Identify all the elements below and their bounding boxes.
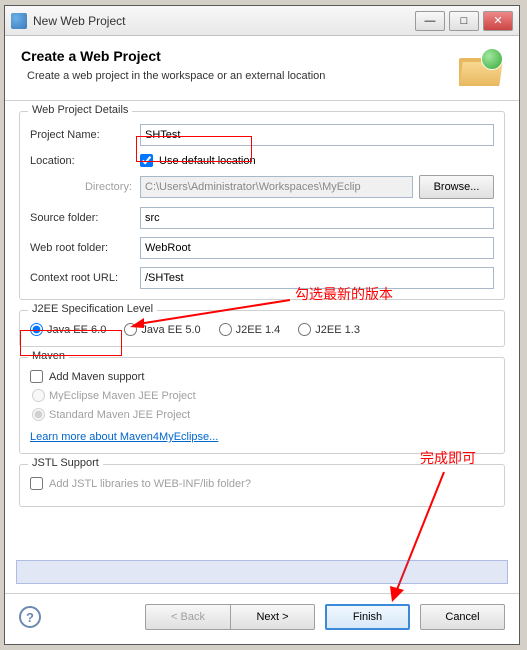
context-root-label: Context root URL: [30, 272, 140, 284]
context-root-input[interactable] [140, 267, 494, 289]
banner-desc: Create a web project in the workspace or… [27, 70, 459, 82]
maximize-button[interactable]: □ [449, 11, 479, 31]
j2ee-14-radio[interactable] [219, 323, 232, 336]
j2ee-group-title: J2EE Specification Level [28, 303, 157, 315]
java-ee-50-label: Java EE 5.0 [141, 324, 200, 336]
add-jstl-label: Add JSTL libraries to WEB-INF/lib folder… [49, 478, 251, 490]
window-title: New Web Project [33, 14, 415, 28]
minimize-button[interactable]: — [415, 11, 445, 31]
myeclipse-maven-radio [32, 389, 45, 402]
project-name-label: Project Name: [30, 129, 140, 141]
java-ee-60-radio[interactable] [30, 323, 43, 336]
myeclipse-maven-label: MyEclipse Maven JEE Project [49, 390, 196, 402]
directory-input [140, 176, 413, 198]
dialog-window: New Web Project — □ ✕ Create a Web Proje… [4, 5, 520, 645]
back-button: < Back [145, 604, 230, 630]
next-button[interactable]: Next > [230, 604, 315, 630]
browse-button[interactable]: Browse... [419, 175, 494, 199]
standard-maven-label: Standard Maven JEE Project [49, 409, 190, 421]
standard-maven-radio [32, 408, 45, 421]
banner-title: Create a Web Project [21, 48, 459, 64]
web-root-label: Web root folder: [30, 242, 140, 254]
details-group: Web Project Details Project Name: Locati… [19, 111, 505, 300]
source-folder-input[interactable] [140, 207, 494, 229]
maven-learn-more-link[interactable]: Learn more about Maven4MyEclipse... [30, 431, 218, 443]
jstl-group-title: JSTL Support [28, 457, 103, 469]
directory-label: Directory: [30, 181, 140, 193]
maven-group-title: Maven [28, 350, 69, 362]
help-icon[interactable]: ? [19, 606, 41, 628]
banner: Create a Web Project Create a web projec… [5, 36, 519, 101]
source-folder-label: Source folder: [30, 212, 140, 224]
footer: ? < Back Next > Finish Cancel [5, 593, 519, 644]
add-maven-checkbox[interactable] [30, 370, 43, 383]
add-jstl-checkbox[interactable] [30, 477, 43, 490]
close-button[interactable]: ✕ [483, 11, 513, 31]
use-default-label: Use default location [159, 155, 256, 167]
web-root-input[interactable] [140, 237, 494, 259]
folder-globe-icon [459, 48, 503, 86]
java-ee-60-label: Java EE 6.0 [47, 324, 106, 336]
app-icon [11, 13, 27, 29]
cancel-button[interactable]: Cancel [420, 604, 505, 630]
maven-group: Maven Add Maven support MyEclipse Maven … [19, 357, 505, 454]
use-default-checkbox[interactable] [140, 154, 153, 167]
jstl-group: JSTL Support Add JSTL libraries to WEB-I… [19, 464, 505, 507]
java-ee-50-radio[interactable] [124, 323, 137, 336]
j2ee-13-label: J2EE 1.3 [315, 324, 360, 336]
add-maven-label: Add Maven support [49, 371, 144, 383]
location-label: Location: [30, 155, 140, 167]
j2ee-13-radio[interactable] [298, 323, 311, 336]
details-group-title: Web Project Details [28, 104, 132, 116]
j2ee-group: J2EE Specification Level Java EE 6.0 Jav… [19, 310, 505, 347]
project-name-input[interactable] [140, 124, 494, 146]
finish-button[interactable]: Finish [325, 604, 410, 630]
titlebar: New Web Project — □ ✕ [5, 6, 519, 36]
j2ee-14-label: J2EE 1.4 [236, 324, 281, 336]
